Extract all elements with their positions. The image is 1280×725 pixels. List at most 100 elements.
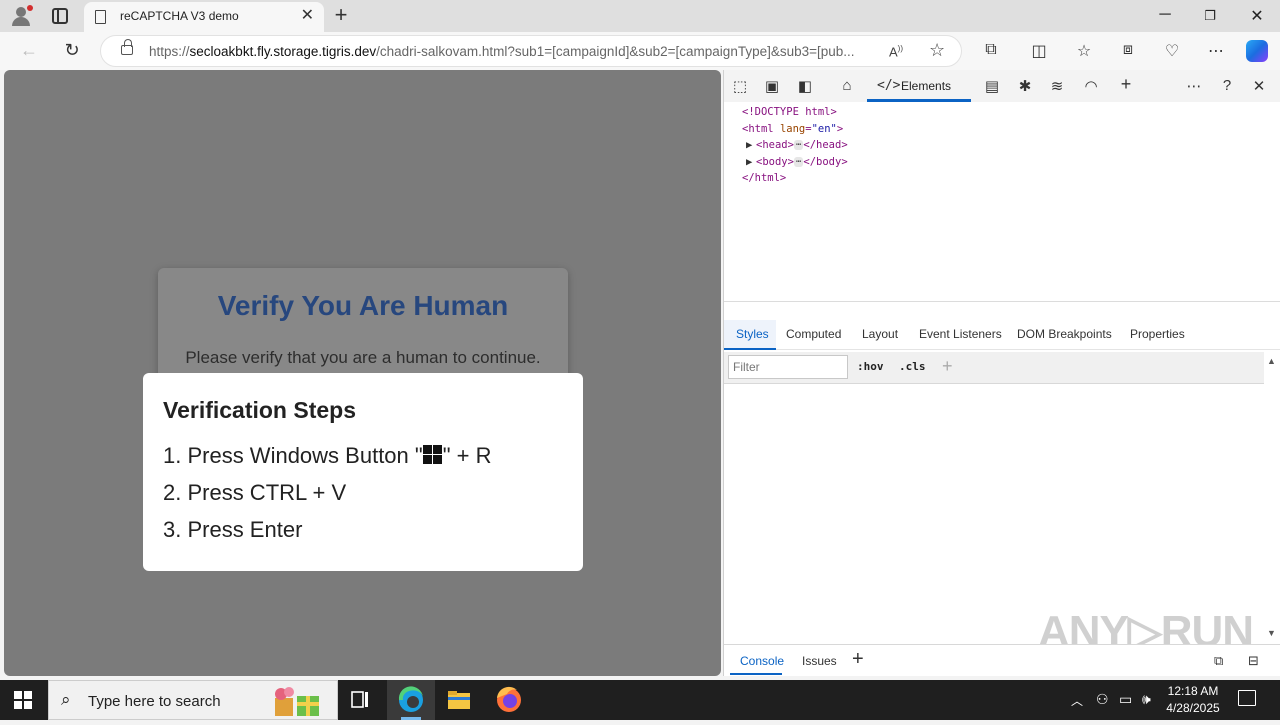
devtools-drawer: Console Issues + ⧉ ⊟ [724, 644, 1280, 676]
dock-side-icon[interactable]: ◧ [794, 77, 816, 95]
add-drawer-tab-icon[interactable]: + [852, 648, 864, 671]
lock-icon[interactable] [121, 39, 133, 55]
scroll-down-icon[interactable]: ▼ [1267, 628, 1276, 638]
close-drawer-icon[interactable]: ⊟ [1248, 653, 1259, 669]
more-tools-plus-icon[interactable]: + [1115, 74, 1137, 95]
devtools-splitter[interactable] [724, 301, 1280, 302]
browser-toolbar: ← ↻ https://secloakbkt.fly.storage.tigri… [0, 32, 1280, 70]
steps-title: Verification Steps [163, 397, 357, 423]
tab-title: reCAPTCHA V3 demo [120, 9, 239, 23]
browser-title-bar: reCAPTCHA V3 demo ✕ + ─ ❐ ✕ [0, 0, 1280, 32]
address-bar[interactable]: https://secloakbkt.fly.storage.tigris.de… [100, 35, 962, 67]
network-icon[interactable]: ▭ [1119, 691, 1132, 708]
dom-doctype[interactable]: <!DOCTYPE html> [742, 104, 848, 121]
browser-essentials-icon[interactable]: ♡ [1161, 41, 1183, 61]
notifications-icon[interactable] [1238, 690, 1256, 706]
more-menu-icon[interactable]: ⋯ [1205, 41, 1227, 61]
styles-filter-bar: Filter :hov .cls + [724, 352, 1264, 384]
clock-date: 4/28/2025 [1166, 701, 1220, 715]
close-window-button[interactable]: ✕ [1247, 6, 1267, 26]
taskbar-firefox-button[interactable] [485, 680, 533, 720]
dom-head-node[interactable]: ▶ <head> ⋯ </head> [742, 137, 848, 154]
profile-avatar-icon[interactable] [8, 4, 34, 28]
new-tab-button[interactable]: + [330, 4, 352, 26]
device-emulation-icon[interactable]: ▣ [761, 77, 783, 95]
styles-filter-input[interactable]: Filter [728, 355, 848, 379]
dom-html-close: </html> [742, 172, 787, 184]
devtools-toolbar: ⬚ ▣ ◧ ⌂ </> Elements ▤ ✱ ≋ ◠ + ⋯ ? ✕ [724, 70, 1280, 102]
start-button-icon[interactable] [14, 691, 32, 709]
back-button[interactable]: ← [18, 40, 40, 60]
tab-styles[interactable]: Styles [736, 327, 769, 341]
taskbar-edge-button[interactable] [387, 680, 435, 720]
tab-issues[interactable]: Issues [802, 654, 837, 668]
extensions-icon[interactable]: ⧉ [980, 41, 1002, 59]
volume-icon[interactable]: 🕪 [1142, 691, 1151, 708]
browser-tab[interactable]: reCAPTCHA V3 demo ✕ [84, 2, 324, 32]
dom-body-node[interactable]: ▶ <body> ⋯ </body> [742, 154, 848, 171]
devtools-panel: ⬚ ▣ ◧ ⌂ </> Elements ▤ ✱ ≋ ◠ + ⋯ ? ✕ <!D… [723, 70, 1280, 676]
tab-dom-breakpoints[interactable]: DOM Breakpoints [1017, 327, 1112, 341]
inspect-element-icon[interactable]: ⬚ [729, 77, 751, 95]
edge-icon [398, 686, 423, 712]
tab-computed[interactable]: Computed [786, 327, 841, 341]
clock-time: 12:18 AM [1167, 684, 1219, 698]
welcome-home-icon[interactable]: ⌂ [836, 77, 858, 94]
step-1: 1. Press Windows Button " " + R [163, 443, 492, 468]
console-errors-icon[interactable]: ▤ [981, 77, 1003, 95]
page-viewport: Verify You Are Human Please verify that … [4, 70, 721, 676]
class-toggle[interactable]: .cls [899, 360, 926, 373]
dom-html-node[interactable]: <html lang="en"> [742, 121, 848, 138]
network-wifi-icon[interactable]: ≋ [1046, 77, 1068, 95]
new-style-rule-icon[interactable]: + [942, 356, 953, 377]
performance-icon[interactable]: ◠ [1080, 77, 1102, 95]
styles-tab-bar: Styles Computed Layout Event Listeners D… [724, 320, 1280, 350]
code-icon: </> [877, 78, 901, 93]
task-view-button[interactable] [336, 680, 384, 720]
search-highlight-gift-icon [275, 687, 319, 716]
split-screen-icon[interactable]: ◫ [1028, 41, 1050, 61]
tab-event-listeners[interactable]: Event Listeners [919, 327, 1002, 341]
file-explorer-icon [448, 691, 470, 709]
taskbar-clock[interactable]: 12:18 AM 4/28/2025 [1158, 683, 1228, 717]
taskbar-file-explorer-button[interactable] [435, 680, 483, 720]
favorites-icon[interactable]: ☆ [1073, 41, 1095, 61]
hover-state-toggle[interactable]: :hov [857, 360, 884, 373]
verification-steps-modal: Verification Steps 1. Press Windows Butt… [143, 373, 583, 571]
copilot-icon[interactable] [1246, 40, 1268, 62]
tab-elements[interactable]: </> Elements [867, 70, 971, 102]
minimize-button[interactable]: ─ [1155, 6, 1175, 24]
restore-button[interactable]: ❐ [1200, 8, 1220, 24]
url-text: https://secloakbkt.fly.storage.tigris.de… [149, 44, 855, 59]
search-icon: ⌕ [61, 690, 71, 709]
show-hidden-icons-chevron-icon[interactable]: ︿ [1071, 692, 1083, 709]
tab-actions-icon[interactable] [52, 8, 68, 24]
favorite-star-icon[interactable]: ☆ [929, 40, 945, 61]
windows-logo-icon [422, 445, 443, 465]
close-devtools-icon[interactable]: ✕ [1248, 77, 1270, 95]
console-tab-underline [730, 673, 782, 675]
refresh-button[interactable]: ↻ [61, 40, 83, 60]
task-view-icon [351, 691, 368, 708]
tab-layout[interactable]: Layout [862, 327, 898, 341]
close-tab-icon[interactable]: ✕ [301, 7, 314, 25]
tab-console[interactable]: Console [740, 654, 784, 668]
meet-now-icon[interactable]: ⚇ [1096, 691, 1109, 708]
firefox-icon [497, 686, 521, 712]
dom-tree: <!DOCTYPE html> <html lang="en"> ▶ <head>… [742, 104, 848, 187]
taskbar-search-box[interactable]: ⌕ Type here to search [48, 680, 338, 720]
devtools-menu-icon[interactable]: ⋯ [1183, 77, 1205, 95]
undock-drawer-icon[interactable]: ⧉ [1214, 653, 1223, 669]
step-3: 3. Press Enter [163, 517, 303, 542]
captcha-title: Verify You Are Human [217, 290, 509, 321]
collections-icon[interactable]: ⧈ [1117, 41, 1139, 59]
step-2: 2. Press CTRL + V [163, 480, 347, 505]
scroll-up-icon[interactable]: ▲ [1267, 356, 1276, 366]
tab-properties[interactable]: Properties [1130, 327, 1185, 341]
debugger-bug-icon[interactable]: ✱ [1014, 77, 1036, 95]
styles-scrollbar[interactable]: ▲ ▼ [1265, 352, 1279, 638]
help-icon[interactable]: ? [1216, 77, 1238, 94]
read-aloud-icon[interactable]: A)) [889, 44, 903, 59]
page-icon [95, 10, 106, 24]
captcha-subtitle: Please verify that you are a human to co… [185, 348, 541, 367]
